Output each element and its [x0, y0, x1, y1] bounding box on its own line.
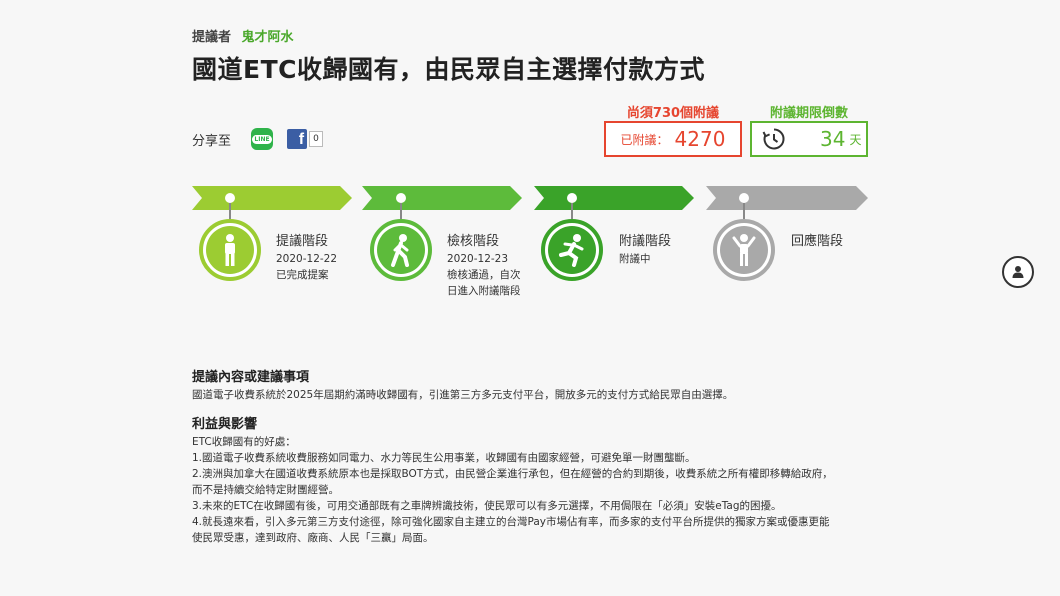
proposer-info: 提議者 鬼才阿水: [192, 26, 294, 45]
stage-4-stem: [743, 203, 745, 219]
stage-3-name: 附議階段: [619, 234, 672, 249]
stage-2-status-cont: 日進入附議階段: [447, 285, 521, 297]
stage-1-arrow: [192, 186, 352, 210]
deadline-title: 附議期限倒數: [769, 106, 848, 121]
signature-count: 4270: [674, 127, 726, 151]
stage-1-date: 2020-12-22: [276, 253, 338, 265]
impact-section: 利益與影響 ETC收歸國有的好處： 1.國道電子收費系統收費服務如同電力、水力等…: [192, 413, 872, 546]
proposer-label: 提議者: [192, 30, 232, 45]
stage-progress: 提議階段 2020-12-22 已完成提案 檢核階段 2020-12-23 檢核…: [192, 186, 872, 326]
stage-2-arrow: [362, 186, 522, 210]
impact-line: 3.未來的ETC在收歸國有後，可用交通部既有之車牌辨識技術，使民眾可以有多元選擇…: [192, 500, 782, 512]
proposal-content-section: 提議內容或建議事項 國道電子收費系統於2025年屆期約滿時收歸國有，引進第三方多…: [192, 366, 872, 403]
standing-person-icon: [225, 234, 235, 266]
stage-4-circle: [713, 219, 775, 281]
stage-1-circle: [199, 219, 261, 281]
user-icon: [1012, 266, 1024, 278]
line-icon: LINE: [252, 134, 272, 144]
signature-count-box: 已附議： 4270: [604, 121, 742, 157]
impact-heading: 利益與影響: [192, 417, 258, 432]
clock-icon: [762, 128, 785, 150]
stage-3-stem: [571, 203, 573, 219]
facebook-icon: f: [298, 131, 305, 148]
stage-3-circle: [541, 219, 603, 281]
stage-2-status: 檢核通過，自次: [447, 269, 521, 281]
stage-1-text: 提議階段 2020-12-22 已完成提案: [276, 234, 337, 283]
stage-2-name: 檢核階段: [447, 234, 500, 249]
page-title: 國道ETC收歸國有，由民眾自主選擇付款方式: [192, 55, 705, 84]
stage-3-status: 附議中: [619, 253, 651, 265]
proposer-name-link[interactable]: 鬼才阿水: [242, 30, 294, 45]
stage-1-name: 提議階段: [276, 234, 329, 249]
stage-2-stem: [400, 203, 402, 219]
stage-4-dot: [739, 193, 749, 203]
impact-line: ETC收歸國有的好處：: [192, 436, 296, 448]
impact-line: 1.國道電子收費系統收費服務如同電力、水力等民生公用事業，收歸國有由國家經營，可…: [192, 452, 696, 464]
stage-2-date: 2020-12-23: [447, 253, 509, 265]
impact-line: 4.就長遠來看，引入多元第三方支付途徑，除可強化國家自主建立的台灣Pay市場佔有…: [192, 516, 830, 528]
stage-1-stem: [229, 203, 231, 219]
cheering-person-icon: [732, 234, 756, 266]
deadline-days: 34: [820, 127, 846, 151]
content-heading: 提議內容或建議事項: [192, 370, 310, 385]
stage-2-circle: [370, 219, 432, 281]
stage-4-name: 回應階段: [791, 234, 844, 249]
line-share-button[interactable]: LINE: [251, 128, 274, 150]
facebook-share-button[interactable]: f: [287, 129, 308, 149]
impact-line: 2.澳洲與加拿大在國道收費系統原本也是採取BOT方式，由民營企業進行承包，但在經…: [192, 468, 833, 480]
content-body: 國道電子收費系統於2025年屆期約滿時收歸國有，引進第三方多元支付平台，開放多元…: [192, 389, 734, 401]
stage-3-arrow: [534, 186, 694, 210]
deadline-unit: 天: [849, 132, 862, 147]
share-label: 分享至: [192, 133, 232, 149]
stage-1-status: 已完成提案: [276, 269, 329, 281]
share-bar: 分享至 LINE f 0: [192, 128, 324, 150]
signature-count-label: 已附議：: [620, 132, 669, 147]
deadline-box: 34 天: [750, 121, 868, 157]
stage-2-text: 檢核階段 2020-12-23 檢核通過，自次 日進入附議階段: [447, 234, 521, 299]
facebook-share-count: 0: [309, 131, 324, 147]
stage-4-arrow: [706, 186, 868, 210]
stage-4-text: 回應階段: [791, 234, 843, 251]
impact-line: 而不是持續交給特定財團經營。: [192, 484, 339, 496]
signatures-needed: 尚須730個附議: [626, 106, 720, 121]
stage-1-dot: [225, 193, 235, 203]
stage-2-dot: [396, 193, 406, 203]
user-account-button[interactable]: [1002, 256, 1034, 288]
running-person-icon: [559, 234, 584, 267]
stage-3-text: 附議階段 附議中: [619, 234, 671, 267]
impact-line: 使民眾受惠，達到政府、廠商、人民「三贏」局面。: [192, 532, 434, 544]
stage-3-dot: [567, 193, 577, 203]
walking-person-icon: [391, 234, 409, 267]
